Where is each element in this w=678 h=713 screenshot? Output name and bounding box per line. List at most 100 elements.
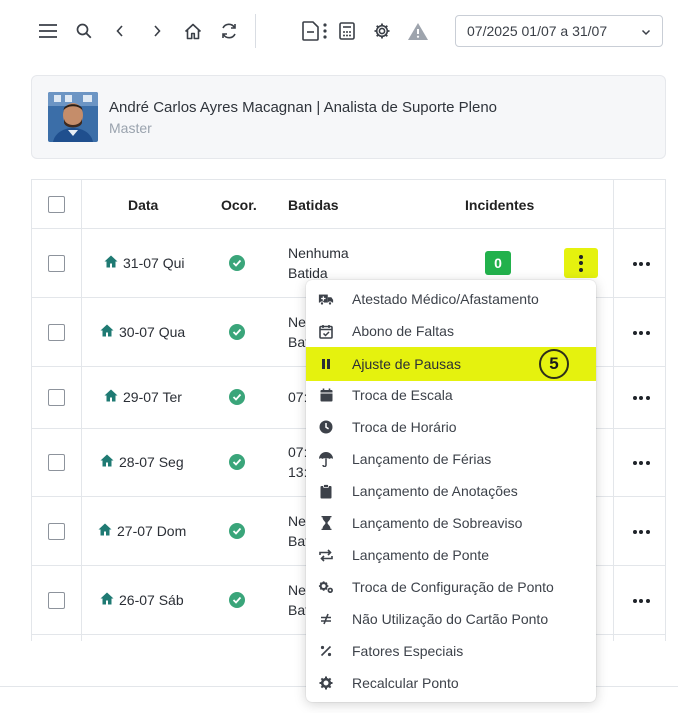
check-circle-icon <box>229 592 245 608</box>
date-cell: 26-07 Sáb <box>100 592 184 608</box>
table-header: Data Ocor. Batidas Incidentes <box>32 180 665 229</box>
menu-item-label: Lançamento de Anotações <box>352 483 518 499</box>
menu-item-label: Lançamento de Férias <box>352 451 492 467</box>
menu-item-troca-configuracao-ponto[interactable]: Troca de Configuração de Ponto <box>306 571 596 603</box>
gears-icon <box>318 579 334 595</box>
top-toolbar: 07/2025 01/07 a 31/07 <box>0 0 678 62</box>
menu-item-lancamento-ferias[interactable]: Lançamento de Férias <box>306 443 596 475</box>
column-header-ocor: Ocor. <box>221 197 257 213</box>
menu-item-nao-utilizacao-cartao[interactable]: Não Utilização do Cartão Ponto <box>306 603 596 635</box>
date-label: 30-07 Qua <box>119 324 186 340</box>
search-icon[interactable] <box>72 19 96 43</box>
batidas-line: Nenhuma <box>288 314 308 330</box>
more-options-icon[interactable] <box>631 525 651 539</box>
date-cell: 31-07 Qui <box>104 255 184 271</box>
calendar-check-icon <box>318 323 334 339</box>
menu-item-label: Lançamento de Sobreaviso <box>352 515 523 531</box>
menu-item-label: Troca de Horário <box>352 419 457 435</box>
chevron-down-icon <box>640 25 652 41</box>
ambulance-icon <box>318 291 334 307</box>
menu-item-label: Fatores Especiais <box>352 643 464 659</box>
row-checkbox[interactable] <box>48 255 65 272</box>
warning-icon[interactable] <box>406 19 430 43</box>
batidas-cell: 07: 13: <box>288 442 308 482</box>
menu-item-label: Não Utilização do Cartão Ponto <box>352 611 549 627</box>
menu-item-ajuste-pausas[interactable]: Ajuste de Pausas 5 <box>306 347 596 381</box>
batidas-cell: 07: <box>288 387 308 407</box>
check-circle-icon <box>229 523 245 539</box>
menu-icon[interactable] <box>36 19 60 43</box>
batidas-line: Nenhuma <box>288 245 349 261</box>
check-circle-icon <box>229 324 245 340</box>
umbrella-icon <box>318 451 334 467</box>
date-label: 31-07 Qui <box>123 255 185 271</box>
menu-item-lancamento-sobreaviso[interactable]: Lançamento de Sobreaviso <box>306 507 596 539</box>
menu-item-label: Lançamento de Ponte <box>352 547 489 563</box>
user-card: André Carlos Ayres Macagnan | Analista d… <box>31 75 666 159</box>
more-options-icon[interactable] <box>631 391 651 405</box>
row-checkbox[interactable] <box>48 523 65 540</box>
date-label: 26-07 Sáb <box>119 592 184 608</box>
menu-item-abono-faltas[interactable]: Abono de Faltas <box>306 315 596 347</box>
home-icon <box>100 454 114 470</box>
batidas-line: 07: <box>288 444 308 460</box>
batidas-cell: Nenhuma Batida <box>288 312 308 352</box>
date-label: 29-07 Ter <box>123 389 182 405</box>
gear-icon[interactable] <box>370 19 394 43</box>
clipboard-icon <box>318 483 334 499</box>
menu-item-fatores-especiais[interactable]: Fatores Especiais <box>306 635 596 667</box>
calendar-icon <box>318 387 334 403</box>
repeat-icon <box>318 547 334 563</box>
more-options-icon[interactable] <box>631 456 651 470</box>
column-header-incidentes: Incidentes <box>465 197 535 213</box>
user-role: Master <box>109 120 152 136</box>
toolbar-separator <box>255 14 256 48</box>
more-options-icon[interactable] <box>631 257 651 271</box>
avatar <box>48 92 98 142</box>
user-name: André Carlos Ayres Macagnan | Analista d… <box>109 99 498 116</box>
column-header-data: Data <box>128 197 159 213</box>
row-checkbox[interactable] <box>48 389 65 406</box>
chevron-left-icon[interactable] <box>108 19 132 43</box>
home-icon[interactable] <box>181 19 205 43</box>
batidas-cell: Nenhuma Batida <box>288 580 308 620</box>
select-all-checkbox[interactable] <box>48 196 65 213</box>
menu-item-lancamento-anotacoes[interactable]: Lançamento de Anotações <box>306 475 596 507</box>
menu-item-atestado[interactable]: Atestado Médico/Afastamento <box>306 283 596 315</box>
home-icon <box>100 324 114 340</box>
menu-item-label: Ajuste de Pausas <box>352 356 461 372</box>
home-icon <box>104 255 118 271</box>
menu-item-lancamento-ponte[interactable]: Lançamento de Ponte <box>306 539 596 571</box>
chevron-right-icon[interactable] <box>145 19 169 43</box>
pause-icon <box>318 356 334 372</box>
more-options-icon[interactable] <box>631 594 651 608</box>
more-options-icon[interactable] <box>631 326 651 340</box>
clock-icon <box>318 419 334 435</box>
menu-item-label: Troca de Escala <box>352 387 453 403</box>
menu-item-recalcular-ponto[interactable]: Recalcular Ponto <box>306 667 596 699</box>
period-select[interactable]: 07/2025 01/07 a 31/07 <box>455 15 663 47</box>
check-circle-icon <box>229 255 245 271</box>
document-options-icon[interactable] <box>300 19 330 43</box>
batidas-line: Nenhuma <box>288 582 308 598</box>
date-cell: 27-07 Dom <box>98 523 186 539</box>
refresh-icon[interactable] <box>217 19 241 43</box>
home-icon <box>100 592 114 608</box>
batidas-line: Batida <box>288 602 308 618</box>
menu-item-label: Abono de Faltas <box>352 323 454 339</box>
incident-count-badge[interactable]: 0 <box>485 251 511 275</box>
row-actions-kebab-button[interactable] <box>564 248 598 278</box>
menu-item-troca-horario[interactable]: Troca de Horário <box>306 411 596 443</box>
step-number-badge: 5 <box>539 349 569 379</box>
date-cell: 30-07 Qua <box>100 324 185 340</box>
menu-item-troca-escala[interactable]: Troca de Escala <box>306 379 596 411</box>
row-checkbox[interactable] <box>48 324 65 341</box>
check-circle-icon <box>229 389 245 405</box>
row-checkbox[interactable] <box>48 592 65 609</box>
calculator-icon[interactable] <box>335 19 359 43</box>
row-checkbox[interactable] <box>48 454 65 471</box>
date-label: 27-07 Dom <box>117 523 187 539</box>
batidas-line: Batida <box>288 334 308 350</box>
row-actions-menu: Atestado Médico/Afastamento Abono de Fal… <box>306 280 596 702</box>
date-cell: 28-07 Seg <box>100 454 184 470</box>
